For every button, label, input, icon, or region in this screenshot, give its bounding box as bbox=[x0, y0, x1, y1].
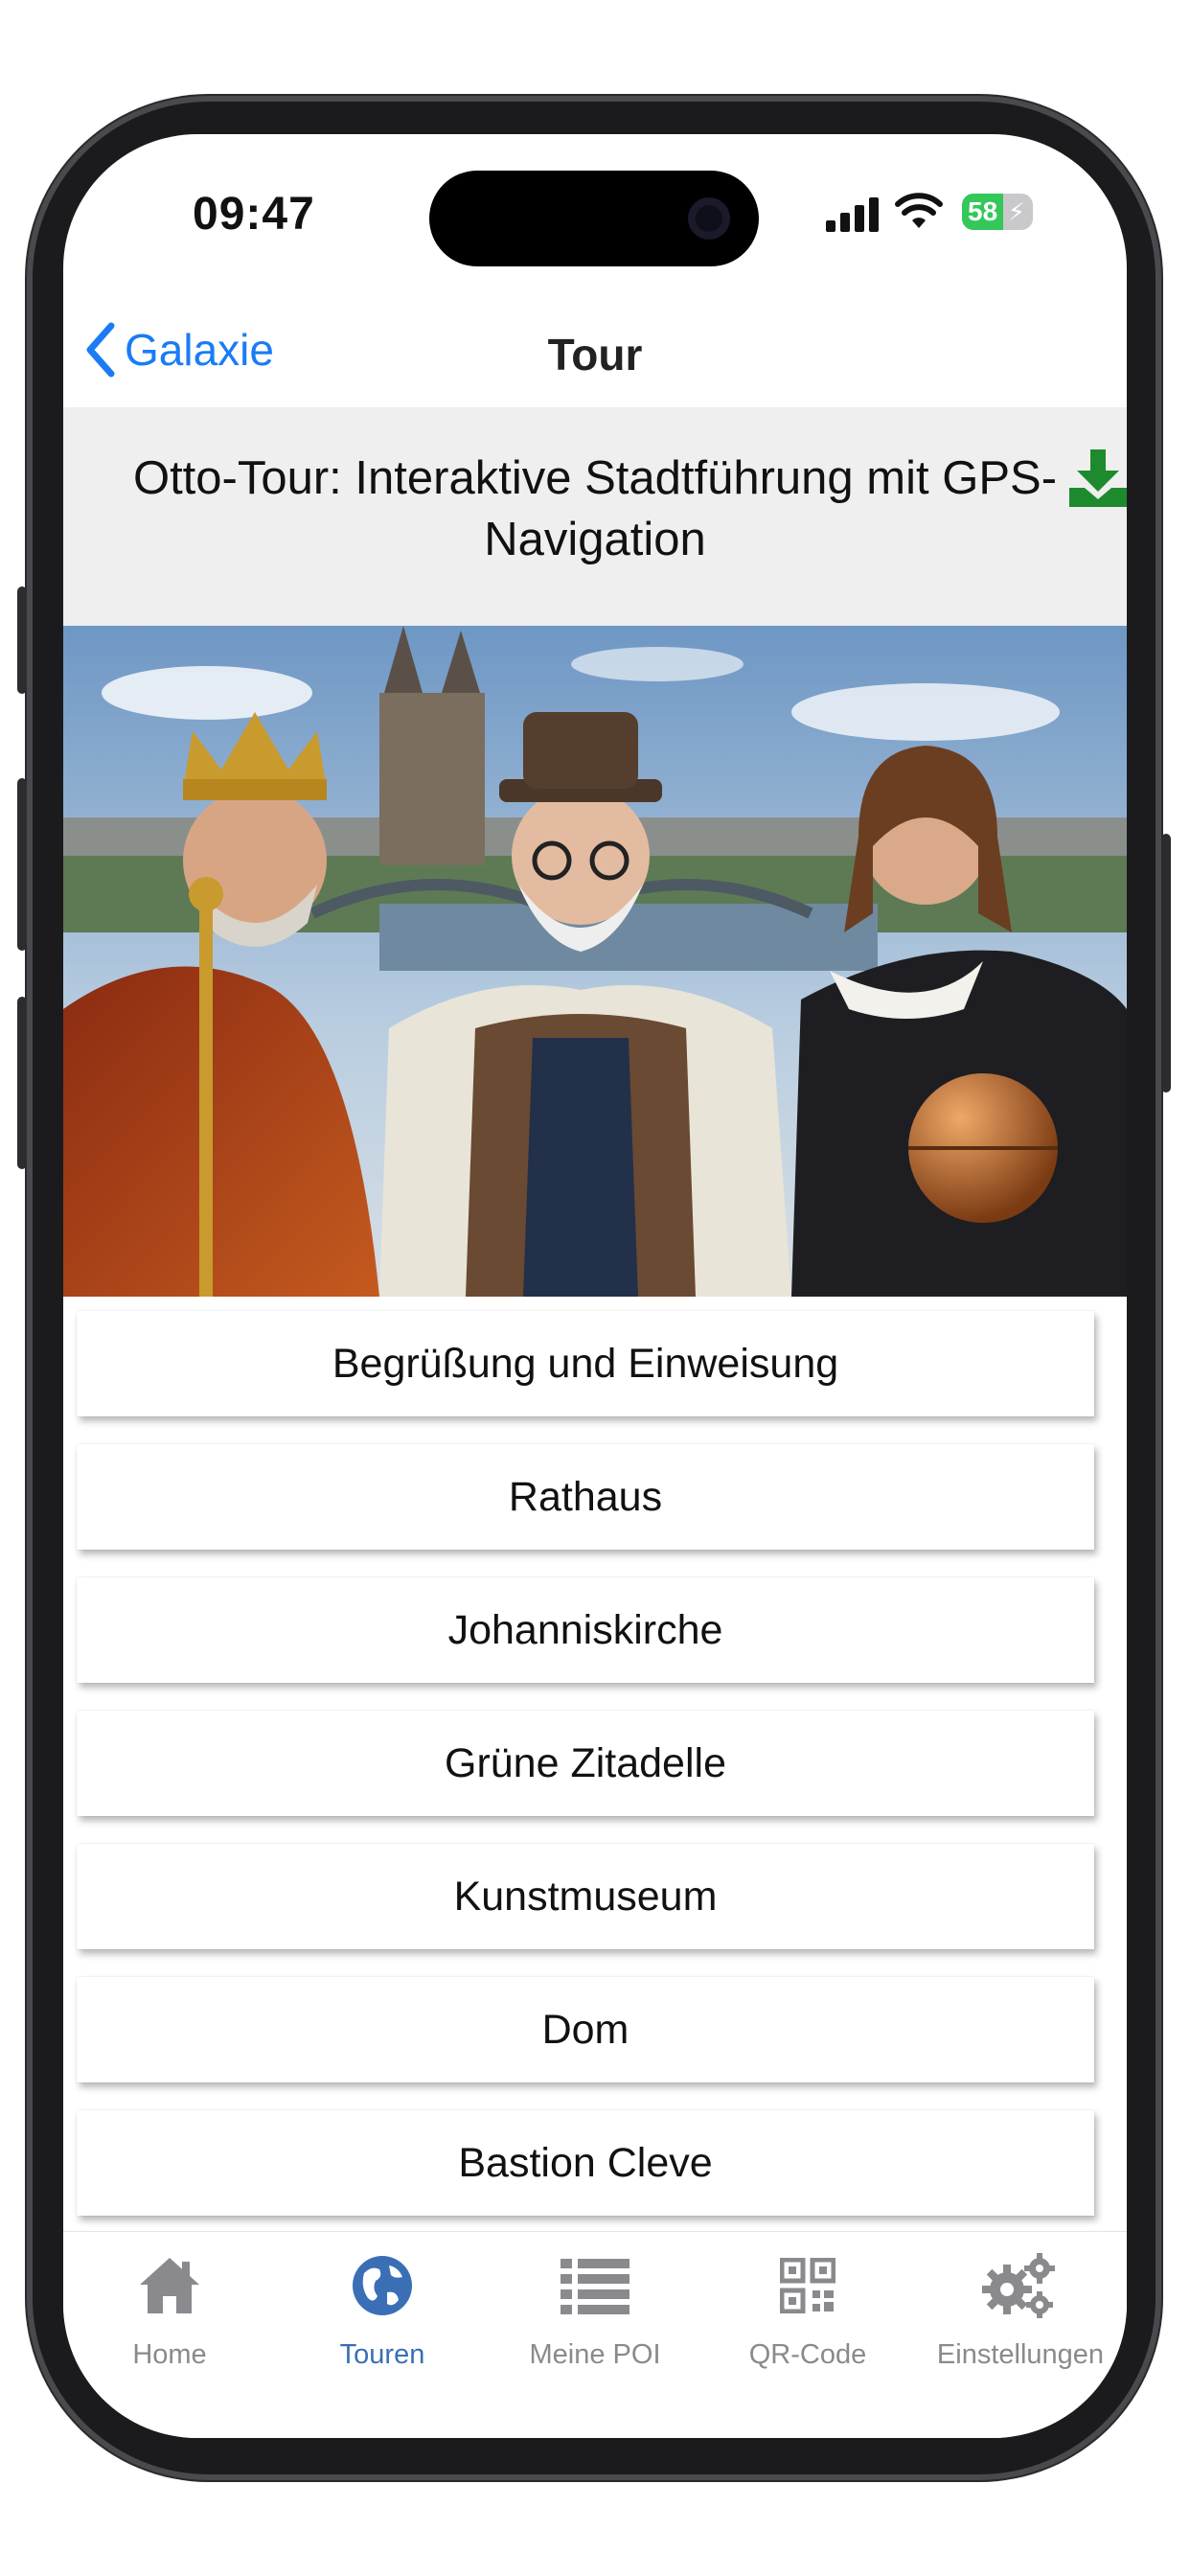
tab-label: Touren bbox=[339, 2339, 425, 2370]
qr-code-icon bbox=[780, 2258, 835, 2313]
tab-label: Home bbox=[132, 2339, 207, 2370]
list-item[interactable]: Kunstmuseum bbox=[77, 1844, 1094, 1949]
list-item-label: Grüne Zitadelle bbox=[445, 1739, 726, 1786]
camera-icon bbox=[688, 197, 730, 240]
tour-hero-image bbox=[63, 626, 1127, 1297]
list-item-label: Bastion Cleve bbox=[458, 2139, 713, 2186]
navigation-bar: Galaxie Tour bbox=[63, 292, 1127, 407]
status-time: 09:47 bbox=[193, 189, 315, 240]
list-item[interactable]: Johanniskirche bbox=[77, 1577, 1094, 1683]
tab-home[interactable]: Home bbox=[63, 2249, 276, 2371]
charging-bolt-icon: ⚡ bbox=[1007, 197, 1025, 226]
dynamic-island bbox=[429, 171, 759, 266]
list-item-label: Kunstmuseum bbox=[453, 1873, 718, 1920]
tab-touren[interactable]: Touren bbox=[276, 2249, 489, 2371]
tour-title: Otto-Tour: Interaktive Stadtführung mit … bbox=[132, 452, 1058, 565]
side-button-volume-up bbox=[17, 778, 27, 951]
download-icon[interactable] bbox=[1069, 449, 1127, 509]
side-button-power bbox=[1161, 834, 1171, 1092]
list-item[interactable]: Bastion Cleve bbox=[77, 2110, 1094, 2216]
list-item[interactable]: Begrüßung und Einweisung bbox=[77, 1311, 1094, 1416]
status-bar: 09:47 58 ⚡ bbox=[63, 134, 1127, 278]
battery-indicator: 58 ⚡ bbox=[962, 194, 1033, 230]
tour-header: Otto-Tour: Interaktive Stadtführung mit … bbox=[63, 407, 1127, 626]
home-icon bbox=[140, 2258, 199, 2313]
tab-label: Meine POI bbox=[529, 2339, 661, 2370]
tab-label: Einstellungen bbox=[936, 2339, 1105, 2370]
globe-icon bbox=[353, 2256, 412, 2315]
hero-illustration bbox=[63, 626, 1127, 1297]
cellular-signal-icon bbox=[826, 197, 879, 232]
battery-percent: 58 bbox=[968, 196, 998, 226]
side-button-volume-down bbox=[17, 997, 27, 1169]
list-item[interactable]: Rathaus bbox=[77, 1444, 1094, 1550]
gears-icon bbox=[982, 2253, 1055, 2318]
tour-stop-list: Begrüßung und Einweisung Rathaus Johanni… bbox=[77, 1311, 1094, 2243]
list-item[interactable]: Dom bbox=[77, 1977, 1094, 2082]
tab-bar: Home Touren Meine POI QR-Code Einstellun… bbox=[63, 2231, 1127, 2438]
list-item-label: Begrüßung und Einweisung bbox=[332, 1340, 839, 1387]
tab-einstellungen[interactable]: Einstellungen bbox=[914, 2249, 1127, 2371]
wifi-icon bbox=[895, 193, 943, 228]
list-icon bbox=[561, 2259, 629, 2314]
nav-title: Tour bbox=[547, 330, 643, 380]
side-button-action bbox=[17, 586, 27, 694]
tab-label: QR-Code bbox=[748, 2339, 867, 2370]
list-item-label: Johanniskirche bbox=[447, 1606, 723, 1653]
list-item[interactable]: Grüne Zitadelle bbox=[77, 1711, 1094, 1816]
list-item-label: Rathaus bbox=[508, 1473, 663, 1520]
tab-meine-poi[interactable]: Meine POI bbox=[489, 2249, 701, 2371]
list-item-label: Dom bbox=[541, 2006, 629, 2053]
app-screen: 09:47 58 ⚡ Galaxie Tour Otto-Tour: Inter… bbox=[63, 134, 1127, 2438]
tab-qr-code[interactable]: QR-Code bbox=[701, 2249, 914, 2371]
